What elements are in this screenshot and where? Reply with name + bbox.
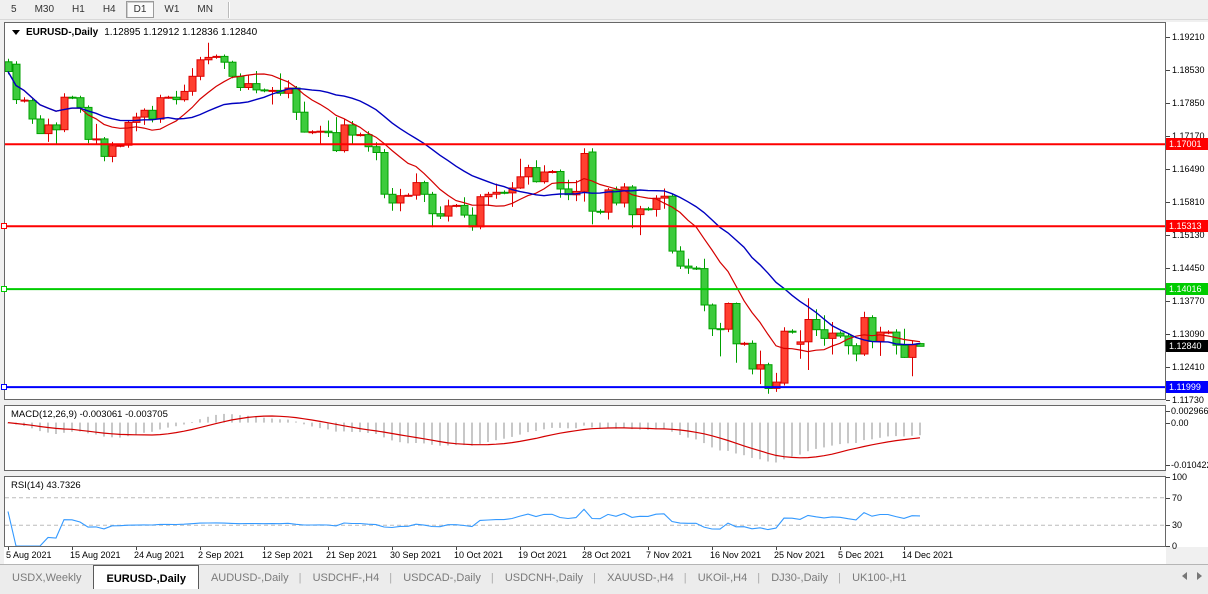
macd-axis-label: -0.010422 bbox=[1171, 460, 1208, 470]
price-axis-label: 1.19210 bbox=[1172, 32, 1205, 42]
rsi-layer[interactable] bbox=[5, 477, 1165, 546]
period-button-5[interactable]: 5 bbox=[3, 1, 25, 18]
macd-histogram-layer[interactable] bbox=[5, 406, 1165, 470]
macd-label: MACD(12,26,9) -0.003061 -0.003705 bbox=[11, 409, 168, 420]
date-axis-label: 5 Dec 2021 bbox=[838, 550, 885, 560]
line-handle-1.15313[interactable] bbox=[1, 223, 7, 229]
price-line-badge-1.15313: 1.15313 bbox=[1166, 220, 1208, 232]
chart-title: EURUSD-,Daily 1.12895 1.12912 1.12836 1.… bbox=[12, 27, 257, 38]
price-tick bbox=[1166, 367, 1170, 368]
date-axis-label: 5 Aug 2021 bbox=[6, 550, 52, 560]
period-button-mn[interactable]: MN bbox=[189, 1, 221, 18]
price-line-badge-1.11999: 1.11999 bbox=[1166, 381, 1208, 393]
price-tick bbox=[1166, 235, 1170, 236]
tab-ukoil-h4[interactable]: UKOil-,H4 bbox=[684, 565, 760, 587]
rsi-label: RSI(14) 43.7326 bbox=[11, 480, 81, 491]
price-tick bbox=[1166, 70, 1170, 71]
date-axis-label: 30 Sep 2021 bbox=[390, 550, 442, 560]
period-button-m30[interactable]: M30 bbox=[27, 1, 62, 18]
rsi-axis-tick bbox=[1166, 477, 1170, 478]
price-tick bbox=[1166, 136, 1170, 137]
price-line-badge-1.14016: 1.14016 bbox=[1166, 283, 1208, 295]
symbol-name: EURUSD-,Daily bbox=[26, 27, 99, 38]
price-axis-label: 1.17850 bbox=[1172, 98, 1205, 108]
toolbar-separator bbox=[227, 1, 230, 18]
tab-dj30-daily[interactable]: DJ30-,Daily bbox=[757, 565, 840, 587]
macd-axis-tick bbox=[1166, 465, 1170, 466]
date-axis-label: 10 Oct 2021 bbox=[454, 550, 504, 560]
macd-axis-tick bbox=[1166, 423, 1170, 424]
tab-usdchf-h4[interactable]: USDCHF-,H4 bbox=[299, 565, 392, 587]
date-axis-label: 14 Dec 2021 bbox=[902, 550, 954, 560]
macd-values: -0.003061 -0.003705 bbox=[79, 409, 168, 420]
line-handle-1.14016[interactable] bbox=[1, 286, 7, 292]
macd-axis-label: 0.002966 bbox=[1171, 406, 1208, 416]
date-axis-label: 16 Nov 2021 bbox=[710, 550, 762, 560]
timeframe-toolbar: 5 M30 H1 H4 D1 W1 MN bbox=[0, 0, 1208, 20]
rsi-line bbox=[7, 508, 921, 546]
price-tick bbox=[1166, 202, 1170, 203]
price-tick bbox=[1166, 334, 1170, 335]
date-axis-label: 21 Sep 2021 bbox=[326, 550, 378, 560]
price-tick bbox=[1166, 169, 1170, 170]
price-tick bbox=[1166, 103, 1170, 104]
price-tick bbox=[1166, 301, 1170, 302]
date-axis-label: 19 Oct 2021 bbox=[518, 550, 568, 560]
price-axis-label: 1.13090 bbox=[1172, 329, 1205, 339]
ohlc-values: 1.12895 1.12912 1.12836 1.12840 bbox=[104, 27, 258, 38]
tab-scroll-right-icon[interactable] bbox=[1197, 572, 1202, 580]
rsi-axis-tick bbox=[1166, 498, 1170, 499]
tab-scroll-buttons bbox=[1182, 572, 1202, 580]
rsi-axis-tick bbox=[1166, 546, 1170, 547]
date-axis-label: 24 Aug 2021 bbox=[134, 550, 185, 560]
price-tick bbox=[1166, 268, 1170, 269]
price-axis-label: 1.18530 bbox=[1172, 65, 1205, 75]
rsi-value: 43.7326 bbox=[46, 480, 81, 491]
rsi-axis-label: 70 bbox=[1172, 493, 1183, 503]
date-axis-label: 7 Nov 2021 bbox=[646, 550, 693, 560]
rsi-axis-tick bbox=[1166, 525, 1170, 526]
price-axis-label: 1.15810 bbox=[1172, 197, 1205, 207]
macd-axis-tick bbox=[1166, 411, 1170, 412]
tab-usdcnh-daily[interactable]: USDCNH-,Daily bbox=[491, 565, 595, 587]
tab-eurusd-daily[interactable]: EURUSD-,Daily bbox=[93, 565, 199, 589]
rsi-axis-label: 30 bbox=[1172, 520, 1183, 530]
rsi-axis-label: 100 bbox=[1172, 472, 1188, 482]
tab-uk100-h1[interactable]: UK100-,H1 bbox=[838, 565, 918, 587]
rsi-axis-label: 0 bbox=[1172, 541, 1178, 551]
date-axis: 5 Aug 2021 15 Aug 2021 24 Aug 2021 2 Sep 20… bbox=[4, 547, 1166, 564]
tab-usdx-weekly[interactable]: USDX,Weekly bbox=[0, 565, 93, 587]
price-tick bbox=[1166, 400, 1170, 401]
price-axis-label: 1.13770 bbox=[1172, 296, 1205, 306]
date-axis-label: 28 Oct 2021 bbox=[582, 550, 632, 560]
price-axis-label: 1.16490 bbox=[1172, 164, 1205, 174]
period-button-h4[interactable]: H4 bbox=[95, 1, 124, 18]
date-axis-label: 2 Sep 2021 bbox=[198, 550, 245, 560]
price-line-badge-1.17001: 1.17001 bbox=[1166, 138, 1208, 150]
candlestick-layer[interactable] bbox=[5, 23, 1165, 399]
price-axis-label: 1.11730 bbox=[1172, 395, 1204, 405]
price-axis-label: 1.12410 bbox=[1172, 362, 1205, 372]
date-axis-label: 12 Sep 2021 bbox=[262, 550, 314, 560]
line-handle-1.11999[interactable] bbox=[1, 384, 7, 390]
current-price-badge: 1.12840 bbox=[1166, 340, 1208, 352]
period-button-h1[interactable]: H1 bbox=[64, 1, 93, 18]
tab-scroll-left-icon[interactable] bbox=[1182, 572, 1187, 580]
symbol-dropdown-icon[interactable] bbox=[12, 30, 20, 35]
date-axis-label: 15 Aug 2021 bbox=[70, 550, 121, 560]
tab-audusd-daily[interactable]: AUDUSD-,Daily bbox=[197, 565, 301, 587]
symbol-tab-bar: USDX,WeeklyEURUSD-,DailyAUDUSD-,DailyUSD… bbox=[0, 564, 1208, 594]
date-axis-label: 25 Nov 2021 bbox=[774, 550, 826, 560]
period-button-w1[interactable]: W1 bbox=[156, 1, 187, 18]
price-tick bbox=[1166, 37, 1170, 38]
tab-xauusd-h4[interactable]: XAUUSD-,H4 bbox=[593, 565, 686, 587]
tab-usdcad-daily[interactable]: USDCAD-,Daily bbox=[389, 565, 493, 587]
macd-axis-label: 0.00 bbox=[1171, 418, 1189, 428]
period-button-d1[interactable]: D1 bbox=[125, 1, 155, 18]
price-axis-label: 1.14450 bbox=[1172, 263, 1205, 273]
